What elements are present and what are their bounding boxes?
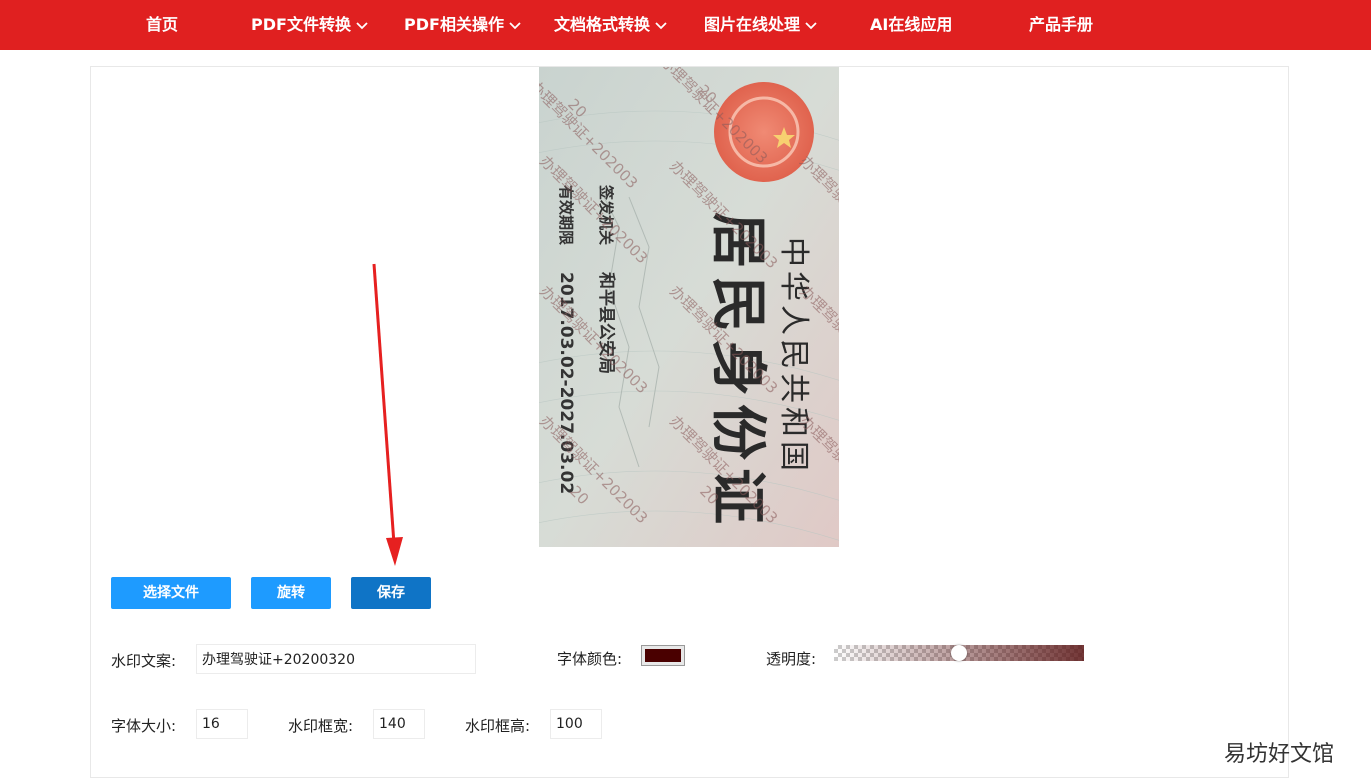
nav-item-label: 产品手册 <box>1029 15 1094 34</box>
nav-item-doc-convert[interactable]: 文档格式转换 <box>554 0 667 50</box>
nav-item-label: AI在线应用 <box>870 15 953 34</box>
red-arrow-annotation <box>372 263 403 566</box>
nav-item-label: PDF文件转换 <box>251 15 351 34</box>
nav-item-image-tools[interactable]: 图片在线处理 <box>704 0 817 50</box>
nav-item-home[interactable]: 首页 <box>146 0 178 50</box>
nav-item-label: 文档格式转换 <box>554 15 651 34</box>
save-button[interactable]: 保存 <box>351 577 431 609</box>
nav-item-label: 图片在线处理 <box>704 15 801 34</box>
box-width-label: 水印框宽: <box>288 717 354 735</box>
nav-item-ai-apps[interactable]: AI在线应用 <box>870 0 952 50</box>
chevron-down-icon <box>805 21 817 30</box>
box-width-input[interactable] <box>373 709 425 739</box>
nav-item-label: PDF相关操作 <box>404 15 504 34</box>
nav-item-pdf-operations[interactable]: PDF相关操作 <box>404 0 521 50</box>
font-color-swatch <box>645 649 681 662</box>
nav-item-manual[interactable]: 产品手册 <box>1029 0 1093 50</box>
watermark-text-label: 水印文案: <box>111 652 177 670</box>
id-card-image: 中华人民共和国 居民身份证 签发机关 和平县公安局 有效期限 2017.03.0… <box>539 67 839 547</box>
watermark-text-input[interactable] <box>196 644 476 674</box>
nav-item-pdf-convert[interactable]: PDF文件转换 <box>251 0 368 50</box>
opacity-slider[interactable] <box>834 645 1084 661</box>
font-size-input[interactable] <box>196 709 248 739</box>
site-watermark: 易坊好文馆 <box>1224 742 1335 767</box>
font-color-picker[interactable] <box>641 645 685 666</box>
box-height-label: 水印框高: <box>465 717 531 735</box>
rotate-button[interactable]: 旋转 <box>251 577 331 609</box>
chevron-down-icon <box>509 21 521 30</box>
box-height-input[interactable] <box>550 709 602 739</box>
chevron-down-icon <box>356 21 368 30</box>
choose-file-button[interactable]: 选择文件 <box>111 577 231 609</box>
font-color-label: 字体颜色: <box>557 650 623 668</box>
font-size-label: 字体大小: <box>111 717 177 735</box>
image-preview: 中华人民共和国 居民身份证 签发机关 和平县公安局 有效期限 2017.03.0… <box>539 67 839 547</box>
top-navigation-bar: 首页 PDF文件转换 PDF相关操作 文档格式转换 图片在线处理 AI在线应用 … <box>0 0 1371 50</box>
nav-item-label: 首页 <box>146 15 179 34</box>
opacity-label: 透明度: <box>766 650 817 668</box>
opacity-slider-thumb[interactable] <box>951 645 967 661</box>
card-country: 中华人民共和国 <box>776 237 811 475</box>
chevron-down-icon <box>655 21 667 30</box>
